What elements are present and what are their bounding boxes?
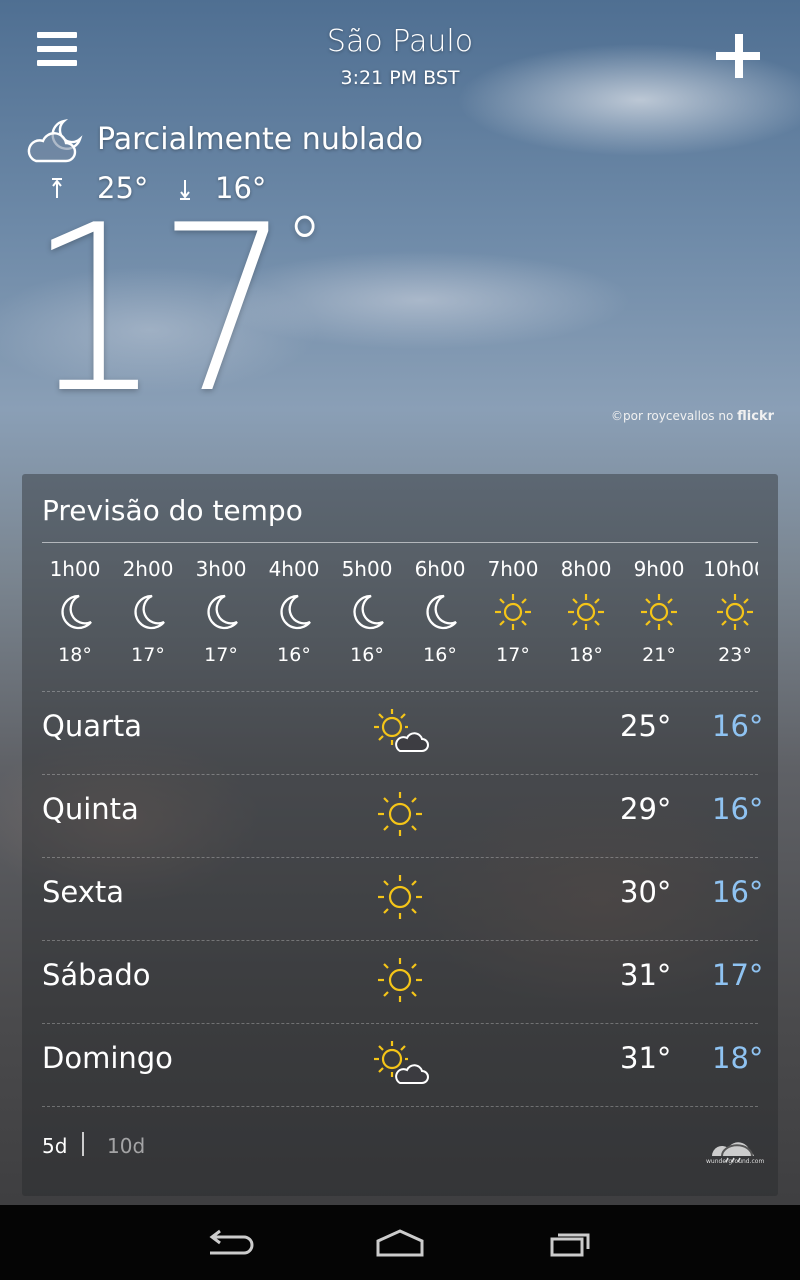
system-navbar xyxy=(0,1205,800,1280)
day-high: 31° xyxy=(620,958,672,992)
day-name: Quinta xyxy=(42,792,139,826)
day-name: Sexta xyxy=(42,875,125,909)
forecast-panel: Previsão do tempo 1h00 18° 2h00 17° 3h00… xyxy=(22,474,778,1196)
range-10d-button[interactable]: 10d xyxy=(107,1134,145,1158)
day-high: 25° xyxy=(620,709,672,743)
day-low: 18° xyxy=(712,1041,764,1075)
current-temperature: 17° xyxy=(28,177,323,444)
sun-icon xyxy=(495,594,531,630)
day-low: 16° xyxy=(712,709,764,743)
partly-cloudy-night-icon xyxy=(27,118,83,163)
degree-symbol: ° xyxy=(286,199,323,292)
sun-icon xyxy=(378,875,422,919)
partly-cloudy-icon xyxy=(374,709,429,752)
moon-icon xyxy=(280,594,311,630)
divider xyxy=(42,1106,758,1107)
day-name: Domingo xyxy=(42,1041,173,1075)
day-name: Sábado xyxy=(42,958,151,992)
hour-item: 9h00 21° xyxy=(633,557,685,666)
daily-row[interactable]: Domingo 31° 18° xyxy=(42,1023,763,1106)
moon-icon xyxy=(207,594,238,630)
photo-credit[interactable]: ©por roycevallos no flickr xyxy=(611,409,774,424)
day-high: 31° xyxy=(620,1041,672,1075)
hourly-forecast[interactable]: 1h00 18° 2h00 17° 3h00 17° 4h00 16° 5h00… xyxy=(42,554,758,674)
sun-icon xyxy=(717,594,753,630)
hour-item: 2h00 17° xyxy=(122,557,174,666)
day-high: 30° xyxy=(620,875,672,909)
city-name[interactable]: São Paulo xyxy=(0,24,800,59)
condition-text: Parcialmente nublado xyxy=(97,122,423,157)
partly-cloudy-icon xyxy=(374,1041,429,1084)
divider xyxy=(42,542,758,543)
sun-icon xyxy=(378,958,422,1002)
day-low: 16° xyxy=(712,875,764,909)
back-icon[interactable] xyxy=(200,1223,260,1263)
plus-icon[interactable] xyxy=(716,34,762,80)
hour-item: 7h00 17° xyxy=(487,557,539,666)
hour-item: 5h00 16° xyxy=(341,557,393,666)
hour-item: 10h00 23° xyxy=(703,557,758,666)
forecast-title: Previsão do tempo xyxy=(42,494,303,527)
home-icon[interactable] xyxy=(370,1223,430,1263)
hour-item: 1h00 18° xyxy=(49,557,101,666)
moon-icon xyxy=(353,594,384,630)
recents-icon[interactable] xyxy=(540,1223,600,1263)
moon-icon xyxy=(426,594,457,630)
hour-item: 4h00 16° xyxy=(268,557,320,666)
moon-icon xyxy=(134,594,165,630)
daily-row[interactable]: Sábado 31° 17° xyxy=(42,940,763,1023)
hour-item: 3h00 17° xyxy=(195,557,247,666)
range-5d-button[interactable]: 5d xyxy=(42,1134,67,1158)
day-low: 17° xyxy=(712,958,764,992)
sun-icon xyxy=(378,792,422,836)
top-bar: São Paulo 3:21 PM BST xyxy=(0,0,800,110)
sun-icon xyxy=(641,594,677,630)
daily-row[interactable]: Quinta 29° 16° xyxy=(42,774,763,857)
day-low: 16° xyxy=(712,792,764,826)
divider xyxy=(82,1132,84,1156)
hour-item: 6h00 16° xyxy=(414,557,466,666)
local-time: 3:21 PM BST xyxy=(340,67,460,89)
day-name: Quarta xyxy=(42,709,143,743)
sun-icon xyxy=(568,594,604,630)
hour-item: 8h00 18° xyxy=(560,557,612,666)
daily-row[interactable]: Sexta 30° 16° xyxy=(42,857,763,940)
daily-row[interactable]: Quarta 25° 16° xyxy=(42,691,763,774)
moon-icon xyxy=(61,594,92,630)
wunderground-text: wunderground.com xyxy=(706,1158,765,1165)
day-high: 29° xyxy=(620,792,672,826)
